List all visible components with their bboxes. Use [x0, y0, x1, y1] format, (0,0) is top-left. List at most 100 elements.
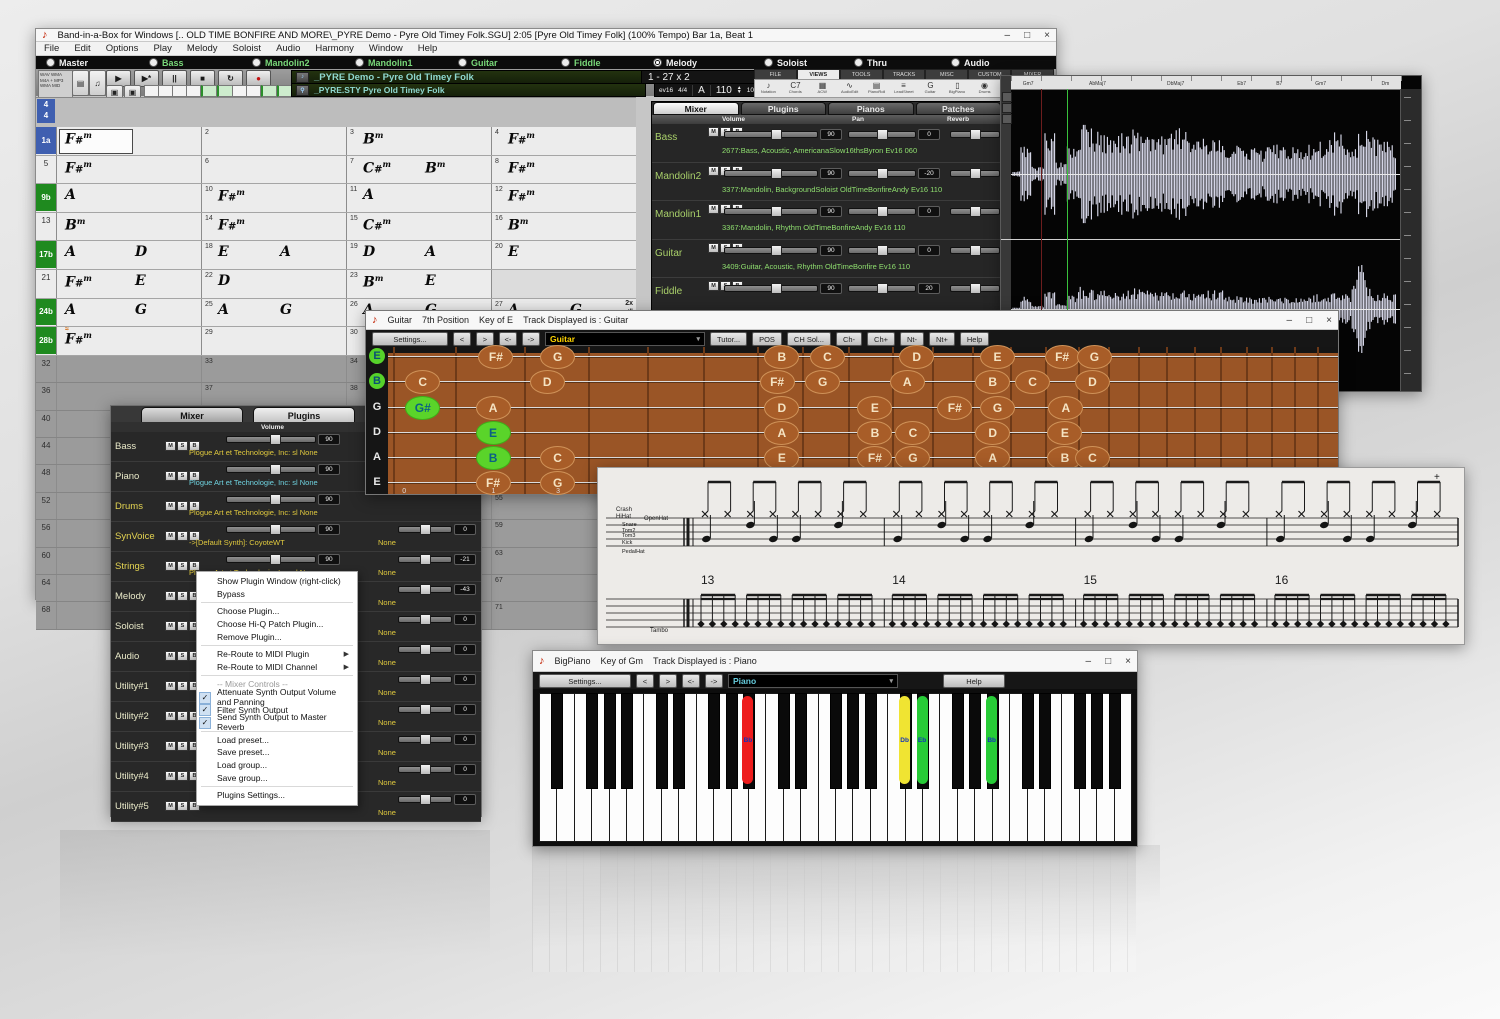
solo-button[interactable]: S	[177, 621, 188, 631]
mute-button[interactable]: M	[708, 204, 719, 214]
guitar-titlebar[interactable]: ♪ Guitar 7th Position Key of E Track Dis…	[366, 311, 1338, 330]
mixer-track-name[interactable]: Mandolin1	[655, 209, 707, 220]
menu-item[interactable]: Plugins Settings...	[197, 789, 357, 802]
guitar-nav-button[interactable]: <	[453, 332, 471, 346]
fret-note[interactable]: G	[540, 345, 575, 369]
fret-note[interactable]: F#	[1045, 345, 1080, 369]
guitar-button-ch[interactable]: Ch+	[867, 332, 895, 346]
menu-item[interactable]: Attenuate Synth Output Volume and Pannin…	[197, 691, 357, 704]
fret-note[interactable]: D	[1075, 370, 1110, 394]
plugin-slot2[interactable]: None	[378, 568, 396, 577]
pan-thumb[interactable]	[877, 206, 888, 217]
black-key[interactable]	[726, 693, 738, 789]
black-key[interactable]	[1039, 693, 1051, 789]
menu-item[interactable]: Bypass	[197, 588, 357, 601]
close-button[interactable]: ×	[1044, 30, 1050, 41]
menu-item[interactable]: Load group...	[197, 759, 357, 772]
black-key[interactable]	[708, 693, 720, 789]
track-button-bass[interactable]: Bass	[149, 56, 184, 69]
mute-button[interactable]: M	[165, 621, 176, 631]
piano-keyboard[interactable]: BbDbEbBb	[533, 689, 1137, 846]
piano-track-selector[interactable]: Piano▾	[728, 674, 898, 688]
plugins-track-name[interactable]: Bass	[115, 441, 165, 452]
volume-thumb[interactable]	[771, 129, 782, 140]
plugin-slot2[interactable]: None	[378, 598, 396, 607]
black-key[interactable]	[1074, 693, 1086, 789]
chord-cell[interactable]: 20E	[491, 241, 636, 269]
guitar-track-selector[interactable]: Guitar▾	[545, 332, 705, 346]
guitar-button-ch[interactable]: Ch-	[836, 332, 862, 346]
guitar-button-help[interactable]: Help	[960, 332, 989, 346]
mixer-track-name[interactable]: Bass	[655, 132, 707, 143]
guitar-button-chsol[interactable]: CH Sol...	[787, 332, 831, 346]
guitar-button-tutor[interactable]: Tutor...	[710, 332, 747, 346]
mixer-track-name[interactable]: Mandolin2	[655, 171, 707, 182]
fret-note[interactable]: C	[1015, 370, 1050, 394]
mute-button[interactable]: M	[708, 127, 719, 137]
section-marker[interactable]: 17b	[36, 241, 56, 268]
pan-thumb[interactable]	[420, 584, 431, 595]
chord-cell[interactable]: 23BmE	[346, 270, 491, 298]
mixer-tab-mixer[interactable]: Mixer	[653, 102, 739, 115]
chord-cell[interactable]: F#m	[56, 156, 201, 184]
piano-help-button[interactable]: Help	[943, 674, 1005, 688]
chord-cell[interactable]: F#mE	[56, 270, 201, 298]
guitar-nav-button[interactable]: <-	[499, 332, 517, 346]
plugin-slot2[interactable]: None	[378, 748, 396, 757]
track-button-soloist[interactable]: Soloist	[764, 56, 807, 69]
chord-cell[interactable]: 15C#m	[346, 213, 491, 241]
chord-cell[interactable]: 4F#m	[491, 127, 636, 155]
fret-note[interactable]: A	[476, 396, 511, 420]
fret-note[interactable]: B	[764, 345, 799, 369]
chord-cell[interactable]: AG	[56, 299, 201, 327]
mute-button[interactable]: M	[165, 771, 176, 781]
solo-button[interactable]: S	[177, 711, 188, 721]
plugins-track-name[interactable]: Utility#1	[115, 681, 165, 692]
plugins-track-name[interactable]: Utility#4	[115, 771, 165, 782]
fret-note[interactable]: C	[895, 421, 930, 445]
chord-cell[interactable]	[491, 270, 636, 298]
plugin-name[interactable]: Plogue Art et Technologie, Inc: sl None	[189, 478, 389, 487]
section-marker[interactable]: 1a	[36, 127, 56, 154]
track-button-mandolin1[interactable]: Mandolin1	[355, 56, 413, 69]
black-key[interactable]	[952, 693, 964, 789]
pan-thumb[interactable]	[877, 168, 888, 179]
menu-harmony[interactable]: Harmony	[315, 43, 354, 54]
main-titlebar[interactable]: ♪ Band-in-a-Box for Windows [.. OLD TIME…	[36, 29, 1056, 42]
mute-button[interactable]: M	[165, 801, 176, 811]
pan-thumb[interactable]	[420, 764, 431, 775]
mixer-track-name[interactable]: Guitar	[655, 248, 707, 259]
plugins-track-name[interactable]: Utility#3	[115, 741, 165, 752]
menu-item[interactable]: Save group...	[197, 771, 357, 784]
chord-cell[interactable]: AD	[56, 241, 201, 269]
black-key[interactable]	[1022, 693, 1034, 789]
menu-item[interactable]: Load preset...	[197, 734, 357, 747]
menu-item[interactable]: Choose Plugin...	[197, 605, 357, 618]
mixer-tab-plugins[interactable]: Plugins	[741, 102, 827, 115]
plugin-name[interactable]: Plogue Art et Technologie, Inc: sl None	[189, 508, 389, 517]
chord-cell[interactable]: F#m≈	[56, 327, 201, 355]
ribbon-tab-misc[interactable]: MISC	[925, 69, 968, 79]
plugins-track-name[interactable]: Audio	[115, 651, 165, 662]
menu-file[interactable]: File	[44, 43, 59, 54]
plugin-name[interactable]: ->[Default Synth]: CoyoteWT	[189, 538, 389, 547]
plugin-slot2[interactable]: None	[378, 718, 396, 727]
pan-thumb[interactable]	[420, 704, 431, 715]
mute-button[interactable]: M	[165, 531, 176, 541]
guitar-button-pos[interactable]: POS	[752, 332, 782, 346]
chord-cell[interactable]: 11A	[346, 184, 491, 212]
volume-thumb[interactable]	[771, 245, 782, 256]
black-key[interactable]	[1109, 693, 1121, 789]
track-button-fiddle[interactable]: Fiddle	[561, 56, 601, 69]
ribbon-tab-tools[interactable]: TOOLS	[840, 69, 883, 79]
track-button-melody[interactable]: Melody	[653, 56, 697, 69]
volume-thumb[interactable]	[771, 206, 782, 217]
volume-thumb[interactable]	[771, 168, 782, 179]
piano-nav-button[interactable]: <-	[682, 674, 700, 688]
reverb-thumb[interactable]	[970, 245, 981, 256]
pan-thumb[interactable]	[420, 554, 431, 565]
section-marker[interactable]: 28b	[36, 327, 56, 354]
ribbon-icon-acw[interactable]: ▦ACW	[809, 80, 836, 97]
solo-button[interactable]: S	[177, 531, 188, 541]
pan-thumb[interactable]	[420, 674, 431, 685]
